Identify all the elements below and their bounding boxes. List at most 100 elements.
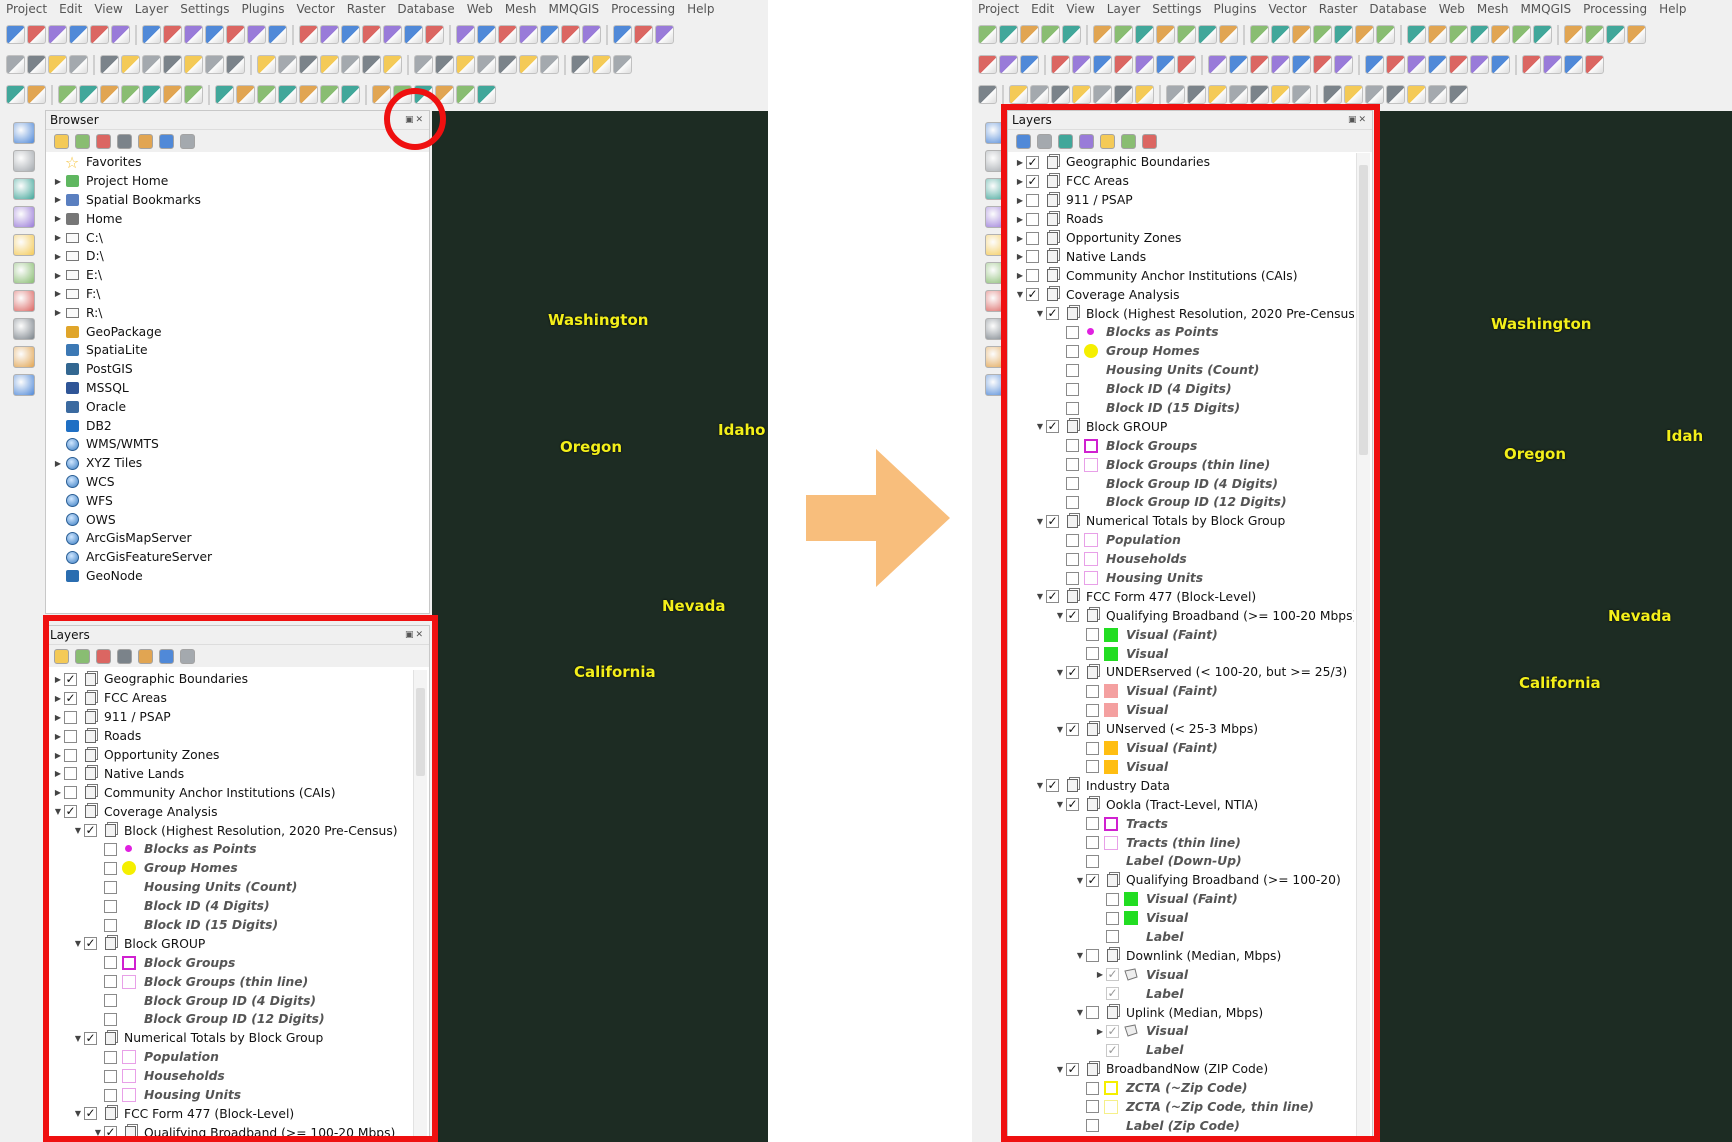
layer-visibility-checkbox[interactable]: [1086, 703, 1099, 717]
add-layer-tool-icon[interactable]: [985, 346, 1007, 368]
toolbar-tool-icon[interactable]: [1334, 55, 1353, 74]
toolbar-tool-icon[interactable]: [1093, 85, 1112, 104]
layer-tree-row[interactable]: ▼ ✓ Qualifying Broadband (>= 100-20 Mbps): [52, 1123, 411, 1140]
layer-visibility-checkbox[interactable]: [1086, 1119, 1099, 1133]
layer-tree-row[interactable]: ▼ ✓ FCC Form 477 (Block-Level): [52, 1104, 411, 1123]
browser-item[interactable]: Oracle: [52, 397, 429, 416]
layer-visibility-checkbox[interactable]: [1086, 949, 1099, 963]
layer-tree-row[interactable]: ▶ Community Anchor Institutions (CAIs): [52, 783, 411, 802]
browser-item[interactable]: WFS: [52, 491, 429, 510]
layer-tree-row[interactable]: Block Groups: [52, 953, 411, 972]
toolbar-tool-icon[interactable]: [540, 55, 559, 74]
layer-visibility-checkbox[interactable]: ✓: [1106, 968, 1119, 982]
layer-tree-row[interactable]: ▶ Community Anchor Institutions (CAIs): [1014, 266, 1354, 285]
toolbar-tool-icon[interactable]: [6, 55, 25, 74]
collapse-arrow-icon[interactable]: ▼: [1054, 668, 1066, 677]
menu-database[interactable]: Database: [393, 0, 462, 19]
toolbar-tool-icon[interactable]: [1208, 55, 1227, 74]
layer-tree-row[interactable]: ✓ Label: [1014, 1041, 1354, 1060]
layer-visibility-checkbox[interactable]: [64, 767, 77, 781]
toolbar-tool-icon[interactable]: [1292, 85, 1311, 104]
menu-database[interactable]: Database: [1365, 0, 1434, 19]
layer-tree-row[interactable]: ▶ ✓ Visual: [1014, 965, 1354, 984]
expand-arrow-icon[interactable]: ▶: [52, 694, 64, 703]
toolbar-tool-icon[interactable]: [1428, 55, 1447, 74]
toolbar-tool-icon[interactable]: [247, 25, 266, 44]
collapse-arrow-icon[interactable]: ▼: [72, 1034, 84, 1043]
toolbar-tool-icon[interactable]: [1491, 55, 1510, 74]
layer-tree-row[interactable]: ▶ Native Lands: [1014, 247, 1354, 266]
layer-visibility-checkbox[interactable]: [1066, 325, 1079, 339]
collapse-arrow-icon[interactable]: ▼: [52, 807, 64, 816]
layer-visibility-checkbox[interactable]: ✓: [64, 691, 77, 705]
panel-tool-icon[interactable]: [1079, 133, 1094, 149]
add-layer-tool-icon[interactable]: [13, 346, 35, 368]
toolbar-tool-icon[interactable]: [383, 25, 402, 44]
browser-item[interactable]: ▶ XYZ Tiles: [52, 454, 429, 473]
toolbar-tool-icon[interactable]: [1585, 55, 1604, 74]
collapse-arrow-icon[interactable]: ▼: [92, 1128, 104, 1137]
panel-tool-icon[interactable]: [180, 648, 195, 664]
layer-visibility-checkbox[interactable]: [104, 1050, 117, 1064]
toolbar-tool-icon[interactable]: [1271, 85, 1290, 104]
toolbar-tool-icon[interactable]: [205, 25, 224, 44]
panel-tool-icon[interactable]: [159, 133, 174, 149]
layer-tree-row[interactable]: ▼ ✓ Numerical Totals by Block Group: [52, 1029, 411, 1048]
layer-tree-row[interactable]: Visual: [1014, 758, 1354, 777]
toolbar-tool-icon[interactable]: [1187, 85, 1206, 104]
layer-visibility-checkbox[interactable]: [1106, 892, 1119, 906]
add-layer-tool-icon[interactable]: [985, 290, 1007, 312]
collapse-arrow-icon[interactable]: ▼: [1054, 611, 1066, 620]
layer-visibility-checkbox[interactable]: [1086, 760, 1099, 774]
toolbar-tool-icon[interactable]: [1250, 85, 1269, 104]
layer-tree-row[interactable]: Blocks as Points: [52, 840, 411, 859]
toolbar-tool-icon[interactable]: [226, 25, 245, 44]
toolbar-tool-icon[interactable]: [1313, 25, 1332, 44]
expand-arrow-icon[interactable]: ▶: [52, 233, 64, 242]
toolbar-tool-icon[interactable]: [1522, 55, 1541, 74]
layer-visibility-checkbox[interactable]: ✓: [1026, 174, 1039, 188]
toolbar-tool-icon[interactable]: [1020, 55, 1039, 74]
menu-mesh[interactable]: Mesh: [1473, 0, 1517, 19]
add-layer-tool-icon[interactable]: [985, 122, 1007, 144]
expand-arrow-icon[interactable]: ▶: [52, 732, 64, 741]
layer-tree-row[interactable]: ▼ ✓ Industry Data: [1014, 776, 1354, 795]
layer-tree-row[interactable]: ▶ ✓ FCC Areas: [1014, 172, 1354, 191]
layer-visibility-checkbox[interactable]: [64, 786, 77, 800]
layer-tree-row[interactable]: Group Homes: [1014, 342, 1354, 361]
toolbar-tool-icon[interactable]: [999, 25, 1018, 44]
browser-item[interactable]: ▶ E:\: [52, 266, 429, 285]
expand-arrow-icon[interactable]: ▶: [1094, 970, 1106, 979]
panel-tool-icon[interactable]: [1121, 133, 1136, 149]
menu-layer[interactable]: Layer: [1103, 0, 1148, 19]
layer-tree-row[interactable]: ▶ ✓ FCC Areas: [52, 689, 411, 708]
toolbar-tool-icon[interactable]: [1449, 55, 1468, 74]
add-layer-tool-icon[interactable]: [985, 206, 1007, 228]
panel-tool-icon[interactable]: [75, 648, 90, 664]
panel-tool-icon[interactable]: [117, 648, 132, 664]
panel-tool-icon[interactable]: [117, 133, 132, 149]
toolbar-tool-icon[interactable]: [1156, 55, 1175, 74]
expand-arrow-icon[interactable]: ▶: [52, 788, 64, 797]
layer-tree-row[interactable]: Visual: [1014, 644, 1354, 663]
toolbar-tool-icon[interactable]: [456, 25, 475, 44]
layer-visibility-checkbox[interactable]: ✓: [1066, 1062, 1079, 1076]
toolbar-tool-icon[interactable]: [1093, 55, 1112, 74]
menu-web[interactable]: Web: [463, 0, 501, 19]
browser-item[interactable]: ▶ C:\: [52, 228, 429, 247]
toolbar-tool-icon[interactable]: [613, 25, 632, 44]
browser-item[interactable]: OWS: [52, 510, 429, 529]
toolbar-tool-icon[interactable]: [1449, 25, 1468, 44]
layer-tree-row[interactable]: ▶ ✓ Geographic Boundaries: [52, 670, 411, 689]
expand-arrow-icon[interactable]: ▶: [52, 271, 64, 280]
toolbar-tool-icon[interactable]: [1177, 55, 1196, 74]
layer-visibility-checkbox[interactable]: ✓: [84, 1107, 97, 1121]
panel-tool-icon[interactable]: [1058, 133, 1073, 149]
layer-tree-row[interactable]: Tracts: [1014, 814, 1354, 833]
toolbar-tool-icon[interactable]: [592, 55, 611, 74]
layer-visibility-checkbox[interactable]: ✓: [1066, 798, 1079, 812]
layer-tree-row[interactable]: Population: [1014, 531, 1354, 550]
toolbar-tool-icon[interactable]: [1271, 25, 1290, 44]
toolbar-tool-icon[interactable]: [498, 55, 517, 74]
layer-visibility-checkbox[interactable]: [1026, 231, 1039, 245]
